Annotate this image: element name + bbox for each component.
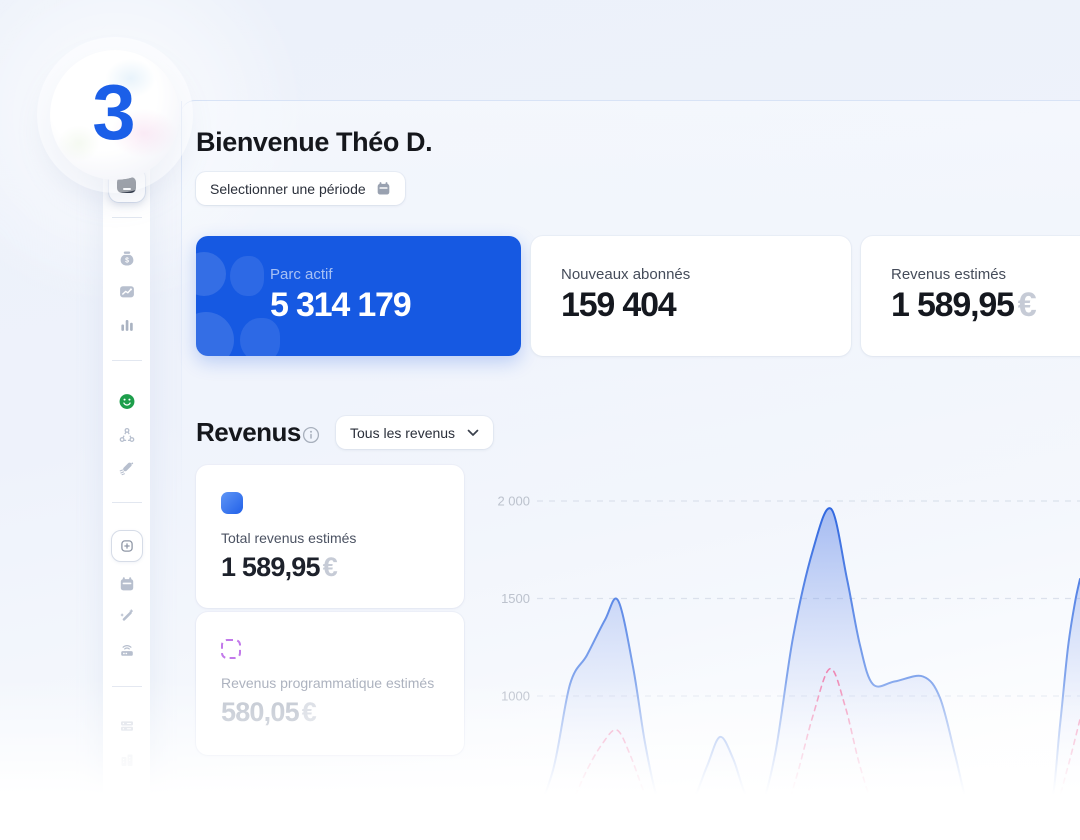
sidebar-add-button[interactable] — [110, 530, 143, 562]
sidebar-item-analytics[interactable] — [118, 283, 135, 300]
legend-card-total-revenus[interactable]: Total revenus estimés 1 589,95 € — [196, 465, 464, 608]
euro-symbol: € — [1017, 286, 1037, 324]
revenue-area-chart: 2 000 1500 1000 — [475, 470, 1080, 840]
stat-card-revenus-estimes: Revenus estimés 1 589,95 € — [861, 236, 1080, 356]
trend-chart-icon — [119, 286, 134, 298]
revenue-filter-dropdown[interactable]: Tous les revenus — [336, 416, 494, 449]
legend-value: 1 589,95 € — [221, 552, 338, 582]
stat-value: 5 314 179 — [270, 286, 412, 324]
revenue-section-title: Revenus — [196, 417, 301, 447]
svg-text:2 000: 2 000 — [497, 494, 530, 509]
revenue-filter-selected: Tous les revenus — [350, 424, 456, 441]
step-number: 3 — [92, 68, 136, 156]
stat-card-parc-actif: Parc actif 5 314 179 — [196, 236, 521, 356]
svg-text:1500: 1500 — [501, 591, 530, 606]
calendar-icon — [120, 577, 133, 591]
svg-text:$: $ — [125, 257, 129, 264]
sidebar-item-satisfaction[interactable] — [118, 393, 135, 410]
sidebar-item-stats[interactable] — [118, 316, 135, 333]
stat-value: 1 589,95 € — [891, 286, 1037, 324]
dashed-series-swatch — [221, 639, 241, 659]
organization-icon — [121, 754, 132, 766]
sidebar-divider — [111, 686, 142, 687]
magic-wand-icon — [120, 609, 133, 621]
smiley-icon — [119, 394, 134, 409]
network-nodes-icon — [119, 427, 134, 442]
add-box-icon — [120, 540, 133, 552]
legend-value: 580,05 € — [221, 697, 317, 727]
blue-series-swatch — [221, 492, 243, 514]
sidebar-divider — [111, 217, 142, 218]
sidebar-item-boost[interactable] — [118, 460, 135, 477]
euro-symbol: € — [322, 552, 338, 582]
period-selector-label: Selectionner une période — [210, 180, 366, 197]
sidebar-divider — [111, 360, 142, 361]
svg-text:1000: 1000 — [501, 689, 530, 704]
legend-label: Total revenus estimés — [221, 530, 357, 546]
comet-icon — [119, 462, 133, 476]
stat-value: 159 404 — [561, 286, 677, 324]
sidebar-item-network[interactable] — [118, 427, 135, 444]
server-list-icon — [120, 721, 133, 731]
sidebar-item-calendar[interactable] — [119, 576, 135, 592]
chevron-down-icon — [467, 429, 479, 436]
info-icon[interactable] — [302, 426, 320, 444]
sidebar: $ — [103, 150, 150, 818]
sidebar-item-servers[interactable] — [119, 718, 135, 734]
euro-symbol: € — [301, 697, 317, 727]
stat-label: Parc actif — [270, 266, 333, 283]
decorative-blob — [240, 318, 280, 356]
sidebar-item-devices[interactable] — [119, 642, 135, 658]
stat-card-nouveaux-abonnes: Nouveaux abonnés 159 404 — [531, 236, 851, 356]
chart-canvas: 2 000 1500 1000 — [497, 494, 1080, 840]
decorative-blob — [230, 256, 264, 296]
calendar-icon — [377, 182, 389, 195]
legend-card-programmatique[interactable]: Revenus programmatique estimés 580,05 € — [196, 612, 464, 755]
money-bag-icon: $ — [120, 251, 133, 266]
sidebar-divider — [111, 502, 142, 503]
stat-label: Revenus estimés — [891, 266, 1007, 283]
sidebar-item-tools[interactable] — [119, 608, 135, 624]
page-title: Bienvenue Théo D. — [196, 127, 433, 157]
router-icon — [120, 645, 133, 656]
legend-label: Revenus programmatique estimés — [221, 675, 435, 691]
stat-label: Nouveaux abonnés — [561, 266, 691, 283]
step-badge: 3 — [50, 50, 180, 180]
decorative-blob — [196, 312, 234, 356]
sidebar-item-organization[interactable] — [119, 752, 135, 768]
bar-chart-icon — [120, 320, 133, 331]
sidebar-item-revenue[interactable]: $ — [118, 250, 135, 267]
decorative-blob — [196, 252, 226, 296]
period-selector-button[interactable]: Selectionner une période — [196, 172, 405, 205]
